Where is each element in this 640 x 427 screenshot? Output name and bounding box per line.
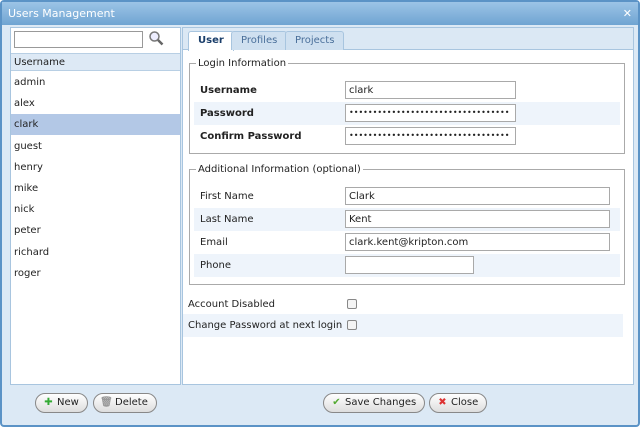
tab-user[interactable]: User [188,31,234,51]
additional-legend: Additional Information (optional) [198,164,361,175]
change-password-row: Change Password at next login [183,314,623,337]
account-disabled-row: Account Disabled [183,293,623,316]
last-name-field[interactable]: Kent [345,210,610,228]
first-name-label: First Name [200,191,254,202]
delete-label: Delete [115,397,148,408]
search-input[interactable] [14,31,143,48]
username-column-header[interactable]: Username [11,53,180,71]
tab-projects[interactable]: Projects [285,31,345,50]
login-information-group: Login Information Username clark Password… [189,58,625,154]
account-disabled-checkbox[interactable] [347,299,357,309]
phone-label: Phone [200,260,231,271]
user-list-item[interactable]: clark [11,114,180,136]
save-changes-button[interactable]: ✔ Save Changes [323,393,426,413]
account-disabled-label: Account Disabled [188,299,275,310]
username-label: Username [200,85,257,96]
user-list-item[interactable]: guest [11,136,180,157]
user-list-item[interactable]: roger [11,263,180,284]
window-title: Users Management [8,7,115,20]
user-list-item[interactable]: henry [11,157,180,178]
new-label: New [57,397,79,408]
close-window-icon[interactable]: ✕ [623,7,632,20]
plus-icon: ✚ [44,397,53,408]
user-list-item[interactable]: peter [11,220,180,241]
first-name-field[interactable]: Clark [345,187,610,205]
change-password-label: Change Password at next login [188,320,343,331]
search-icon[interactable] [148,30,164,46]
user-list-item[interactable]: alex [11,93,180,114]
tab-bar: User Profiles Projects [183,28,633,51]
login-legend: Login Information [198,58,287,69]
user-list-item[interactable]: mike [11,178,180,199]
last-name-label: Last Name [200,214,254,225]
save-label: Save Changes [345,397,417,408]
confirm-password-field[interactable]: •••••••••••••••••••••••••••••••••• [345,127,516,145]
user-list-item[interactable]: nick [11,199,180,220]
change-password-checkbox[interactable] [347,320,357,330]
tab-profiles[interactable]: Profiles [231,31,288,50]
close-button[interactable]: ✖ Close [429,393,488,413]
users-management-window: Users Management ✕ Username admin alex cla… [0,0,640,427]
trash-icon: 🗑 [100,397,113,408]
phone-field[interactable] [345,256,474,274]
close-label: Close [451,397,479,408]
details-panel: User Profiles Projects Login Information… [182,27,634,385]
email-label: Email [200,237,228,248]
confirm-password-label: Confirm Password [200,131,302,142]
x-icon: ✖ [438,397,447,408]
title-bar: Users Management ✕ [2,2,638,25]
delete-button[interactable]: 🗑 Delete [93,393,157,413]
username-field[interactable]: clark [345,81,516,99]
checkmark-icon: ✔ [332,397,341,408]
additional-information-group: Additional Information (optional) First … [189,164,625,285]
user-list-panel: Username admin alex clark guest henry mike nic… [10,27,181,385]
user-list-item[interactable]: richard [11,242,180,263]
email-field[interactable]: clark.kent@kripton.com [345,233,610,251]
user-list-item[interactable]: admin [11,72,180,93]
new-button[interactable]: ✚ New [35,393,88,413]
password-field[interactable]: •••••••••••••••••••••••••••••••••• [345,104,516,122]
password-label: Password [200,108,254,119]
